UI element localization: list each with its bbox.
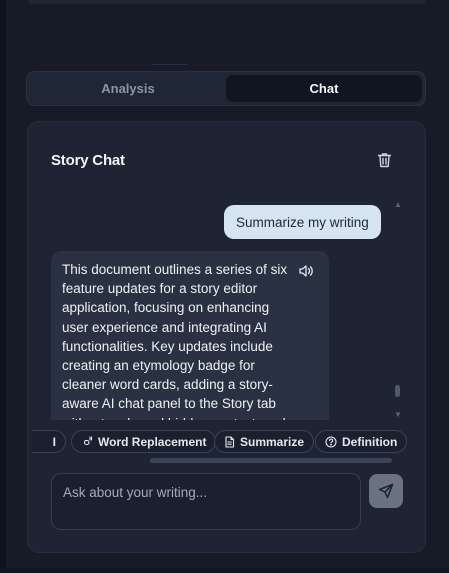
- document-icon: [225, 435, 235, 448]
- assistant-message: This document outlines a series of six f…: [51, 251, 329, 420]
- definition-label: Definition: [342, 434, 398, 449]
- summarize-label: Summarize: [240, 434, 305, 449]
- assistant-message-text: This document outlines a series of six f…: [62, 262, 288, 420]
- scrollbar-thumb[interactable]: [395, 385, 400, 397]
- etymology-icon: [83, 435, 93, 445]
- chips-horizontal-scrollbar[interactable]: [150, 458, 392, 463]
- definition-chip[interactable]: Definition: [315, 430, 408, 453]
- chip-partial[interactable]: I: [32, 430, 66, 453]
- send-button[interactable]: [369, 474, 403, 508]
- send-icon: [378, 483, 394, 499]
- summarize-chip[interactable]: Summarize: [214, 430, 315, 453]
- word-replacement-chip[interactable]: Word Replacement: [71, 430, 217, 453]
- divider: [152, 64, 188, 65]
- tab-chat[interactable]: Chat: [226, 75, 422, 102]
- chip-partial-label: I: [52, 434, 56, 449]
- quick-action-chips: I Word Replacement Summarize Definition: [28, 430, 427, 454]
- scroll-up-arrow[interactable]: ▲: [394, 200, 402, 209]
- user-message: Summarize my writing: [224, 205, 381, 239]
- bottom-strip: [0, 568, 449, 573]
- help-circle-icon: [325, 435, 337, 448]
- read-aloud-button[interactable]: [298, 263, 314, 279]
- scroll-down-arrow[interactable]: ▼: [394, 410, 402, 419]
- left-rail: [0, 0, 6, 573]
- top-card-edge: [28, 0, 426, 4]
- word-replacement-label: Word Replacement: [98, 434, 207, 449]
- clear-chat-button[interactable]: [375, 151, 393, 169]
- story-chat-panel: Story Chat Summarize my writing This doc…: [27, 121, 426, 553]
- app-root: Analysis Chat Story Chat Summarize my wr…: [0, 0, 449, 573]
- panel-title: Story Chat: [51, 152, 125, 169]
- speaker-icon: [299, 265, 313, 277]
- message-list[interactable]: Summarize my writing This document outli…: [28, 194, 408, 420]
- trash-icon: [377, 153, 391, 168]
- tab-analysis[interactable]: Analysis: [30, 75, 226, 102]
- chat-input[interactable]: [51, 473, 361, 530]
- tab-bar: Analysis Chat: [26, 71, 426, 106]
